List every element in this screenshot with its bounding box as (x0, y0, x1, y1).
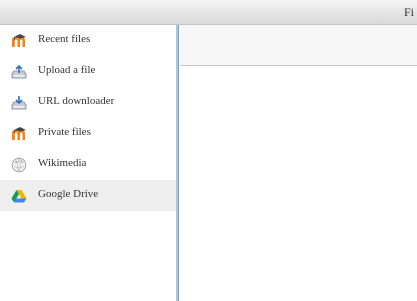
repository-sidebar: Recent files Upload a file URL downloade… (0, 25, 176, 301)
file-list-area (180, 66, 417, 301)
url-downloader-icon (11, 95, 27, 111)
moodle-icon (11, 126, 27, 142)
sidebar-item-wikimedia[interactable]: Wikimedia (0, 149, 176, 180)
sidebar-item-label: Recent files (38, 33, 91, 45)
sidebar-item-recent-files[interactable]: Recent files (0, 25, 176, 56)
sidebar-item-label: Google Drive (38, 188, 99, 200)
content-toolbar (180, 25, 417, 66)
sidebar-item-label: Wikimedia (38, 157, 87, 169)
upload-icon (11, 64, 27, 80)
wikimedia-icon (11, 157, 27, 173)
sidebar-item-label: URL downloader (38, 95, 115, 107)
sidebar-item-label: Private files (38, 126, 91, 138)
google-drive-icon (11, 188, 27, 204)
sidebar-item-private-files[interactable]: Private files (0, 118, 176, 149)
sidebar-item-upload-a-file[interactable]: Upload a file (0, 56, 176, 87)
sidebar-item-url-downloader[interactable]: URL downloader (0, 87, 176, 118)
sidebar-item-google-drive[interactable]: Google Drive (0, 180, 176, 211)
sidebar-item-label: Upload a file (38, 64, 96, 76)
moodle-icon (11, 33, 27, 49)
sidebar-resize-handle[interactable] (176, 25, 179, 301)
dialog-title: Fi (404, 5, 415, 19)
dialog-header: Fi (0, 0, 417, 25)
